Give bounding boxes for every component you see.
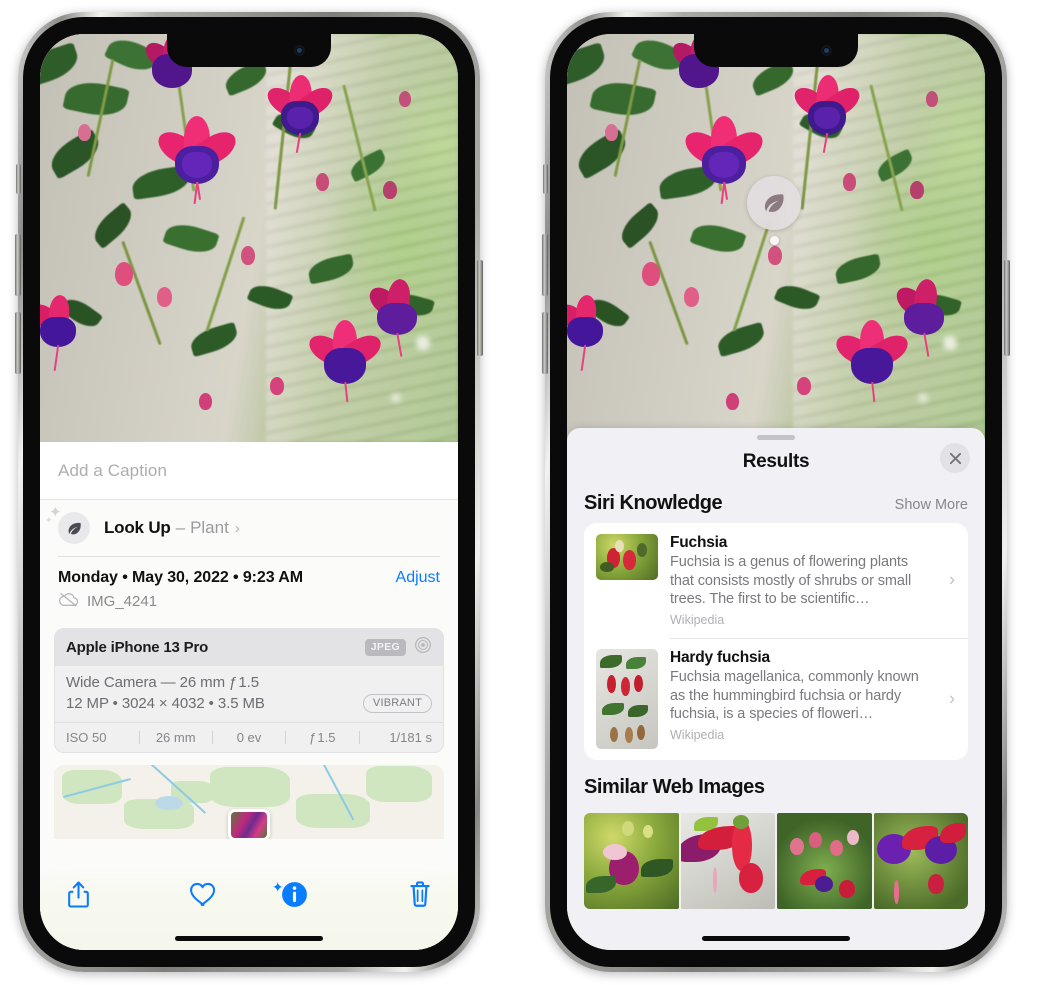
screen-left: Add a Caption ✦ ✦ Look Up – Plant › Mond… — [40, 34, 458, 950]
siri-knowledge-header: Siri Knowledge Show More — [567, 484, 985, 523]
format-badge: JPEG — [364, 638, 406, 656]
favorite-button[interactable] — [158, 876, 250, 912]
photographic-style-badge: VIBRANT — [362, 693, 432, 713]
result-title: Hardy fuchsia — [670, 649, 770, 666]
exif-aperture: ƒ 1.5 — [309, 729, 336, 745]
look-up-row[interactable]: ✦ ✦ Look Up – Plant › — [40, 500, 458, 556]
result-description: Fuchsia magellanica, commonly known as t… — [670, 669, 919, 722]
camera-info-card[interactable]: Apple iPhone 13 Pro JPEG Wide Camera — 2… — [54, 627, 444, 753]
look-up-anchor-dot — [770, 236, 779, 245]
result-source: Wikipedia — [670, 727, 725, 742]
close-button[interactable] — [940, 443, 970, 473]
result-source: Wikipedia — [670, 612, 725, 627]
photo-filename: IMG_4241 — [87, 593, 158, 610]
mute-switch[interactable] — [16, 164, 21, 194]
exif-shutter: 1/181 s — [389, 729, 432, 745]
siri-knowledge-card: Fuchsia Fuchsia is a genus of flowering … — [584, 523, 968, 760]
result-thumbnail — [596, 649, 658, 749]
photo-fuchsia[interactable] — [567, 34, 985, 442]
mute-switch[interactable] — [543, 164, 548, 194]
aperture-icon — [414, 636, 432, 659]
screenshot-canvas: Add a Caption ✦ ✦ Look Up – Plant › Mond… — [0, 0, 1055, 985]
exif-exposure: 0 ev — [236, 729, 262, 745]
similar-web-images-title: Similar Web Images — [584, 776, 765, 798]
chevron-right-icon: › — [949, 569, 955, 590]
power-button[interactable] — [477, 260, 483, 356]
results-sheet: Results Siri Knowledge Show More Fuchsia… — [567, 428, 985, 950]
power-button[interactable] — [1004, 260, 1010, 356]
similar-web-images-row — [567, 813, 985, 909]
camera-lens: Wide Camera — 26 mm ƒ 1.5 — [66, 673, 259, 691]
caption-placeholder: Add a Caption — [58, 460, 168, 480]
look-up-dash: – — [175, 518, 186, 537]
info-button[interactable]: ✦ — [249, 876, 341, 912]
notch — [694, 34, 858, 67]
screen-right: Results Siri Knowledge Show More Fuchsia… — [567, 34, 985, 950]
exif-row: ISO 50 26 mm 0 ev ƒ 1.5 1/181 s — [55, 721, 443, 752]
result-thumbnail — [596, 534, 658, 580]
iphone-right: Results Siri Knowledge Show More Fuchsia… — [542, 12, 1010, 972]
look-up-subject: Plant — [190, 518, 229, 537]
location-map[interactable] — [54, 764, 444, 839]
exif-iso: ISO 50 — [66, 729, 107, 745]
look-up-label: Look Up – Plant › — [104, 518, 240, 538]
results-title: Results — [742, 451, 810, 472]
iphone-left: Add a Caption ✦ ✦ Look Up – Plant › Mond… — [15, 12, 483, 972]
volume-up-button[interactable] — [15, 234, 21, 296]
chevron-right-icon: › — [234, 519, 240, 537]
delete-button[interactable] — [341, 876, 433, 912]
look-up-title: Look Up — [104, 518, 171, 537]
volume-down-button[interactable] — [542, 312, 548, 374]
home-indicator[interactable] — [702, 936, 850, 941]
sparkle-icon: ✦ — [271, 879, 284, 895]
result-description: Fuchsia is a genus of flowering plants t… — [670, 554, 912, 607]
visual-look-up-badge[interactable] — [747, 176, 801, 230]
front-camera — [294, 45, 305, 56]
share-button[interactable] — [66, 876, 158, 912]
home-indicator[interactable] — [175, 936, 323, 941]
leaf-icon: ✦ ✦ — [45, 505, 90, 544]
notch — [167, 34, 331, 67]
list-item[interactable]: Hardy fuchsia Fuchsia magellanica, commo… — [584, 638, 968, 760]
camera-device: Apple iPhone 13 Pro — [66, 638, 209, 656]
web-image-thumbnail[interactable] — [777, 813, 872, 909]
volume-up-button[interactable] — [542, 234, 548, 296]
adjust-button[interactable]: Adjust — [396, 569, 440, 587]
volume-down-button[interactable] — [15, 312, 21, 374]
siri-knowledge-title: Siri Knowledge — [584, 492, 723, 514]
sparkle-small-icon: ✦ — [45, 515, 53, 525]
web-image-thumbnail[interactable] — [584, 813, 679, 909]
web-image-thumbnail[interactable] — [873, 813, 968, 909]
exif-focal: 26 mm — [155, 729, 196, 745]
photo-fuchsia[interactable] — [40, 34, 458, 442]
web-image-thumbnail[interactable] — [680, 813, 775, 909]
similar-web-images-header: Similar Web Images — [567, 760, 985, 807]
front-camera — [821, 45, 832, 56]
show-more-button[interactable]: Show More — [895, 497, 968, 513]
chevron-right-icon: › — [949, 688, 955, 709]
list-item[interactable]: Fuchsia Fuchsia is a genus of flowering … — [584, 523, 968, 638]
photo-metadata: Monday • May 30, 2022 • 9:23 AM Adjust I… — [40, 557, 458, 616]
photo-info-sheet: Add a Caption ✦ ✦ Look Up – Plant › Mond… — [40, 442, 458, 950]
camera-specs: 12 MP • 3024 × 4032 • 3.5 MB — [66, 694, 265, 712]
photo-pin — [228, 808, 270, 839]
photo-date: Monday • May 30, 2022 • 9:23 AM — [58, 568, 303, 586]
caption-field[interactable]: Add a Caption — [40, 442, 458, 500]
icloud-slash-icon — [58, 592, 79, 612]
result-title: Fuchsia — [670, 534, 728, 551]
